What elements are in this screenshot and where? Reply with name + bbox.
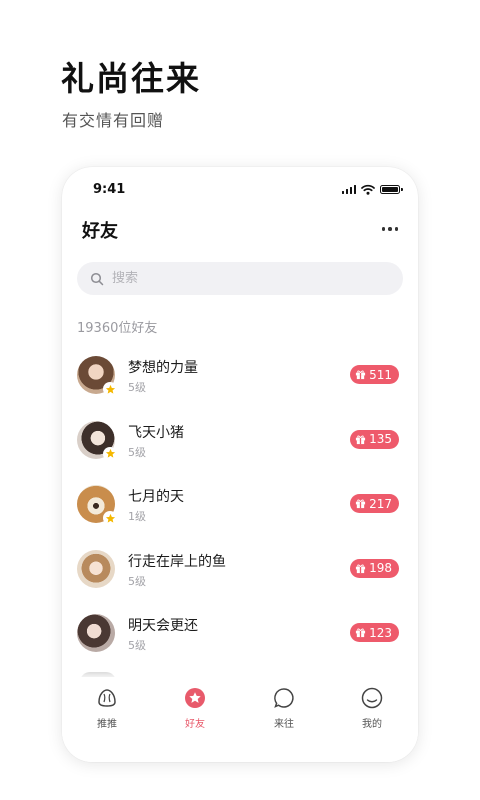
- friend-level: 5级: [128, 381, 146, 394]
- friend-row[interactable]: 梦想的力量 5级 511: [62, 350, 418, 415]
- wifi-icon: [361, 184, 375, 195]
- tab-bar: 推推 好友 来往 我的: [62, 677, 418, 762]
- gift-icon: [356, 499, 366, 509]
- gift-count-badge[interactable]: 135: [350, 429, 399, 449]
- status-bar: 9:41: [62, 167, 418, 211]
- friend-name: 梦想的力量: [128, 360, 198, 376]
- friend-count: 19360位好友: [77, 321, 158, 336]
- gift-count-badge[interactable]: 511: [350, 365, 399, 384]
- tab-label: 好友: [185, 719, 205, 730]
- tab-laiwang[interactable]: 来往: [254, 687, 314, 730]
- gift-icon: [356, 628, 366, 638]
- friend-level: 5级: [128, 574, 146, 588]
- gift-count: 217: [369, 496, 392, 511]
- star-badge-icon: [103, 446, 117, 461]
- gift-icon: [356, 370, 366, 380]
- search-bar[interactable]: [77, 262, 403, 295]
- avatar: [77, 420, 117, 461]
- friend-list: 梦想的力量 5级 511 飞天小猪 5级 135 七月的天 1级 217 行走在…: [62, 350, 418, 673]
- avatar: [77, 356, 117, 396]
- tab-mine[interactable]: 我的: [342, 687, 402, 730]
- tab-label: 我的: [362, 719, 382, 730]
- friend-level: 1级: [128, 510, 146, 523]
- search-icon: [89, 271, 105, 287]
- friend-row[interactable]: 明天会更还 5级 123: [62, 608, 418, 673]
- friend-name: 七月的天: [128, 489, 184, 505]
- chat-bubble-icon: [273, 687, 295, 709]
- star-icon: [184, 687, 206, 709]
- gift-icon: [356, 434, 366, 444]
- friend-row[interactable]: 七月的天 1级 217: [62, 479, 418, 544]
- friend-level: 5级: [128, 445, 146, 459]
- gift-count: 135: [369, 432, 392, 446]
- gift-count: 123: [369, 625, 392, 640]
- star-badge-icon: [103, 382, 117, 396]
- star-badge-icon: [103, 511, 117, 525]
- profile-circle-icon: [361, 687, 383, 709]
- gift-icon: [356, 563, 366, 573]
- friend-level: 5级: [128, 639, 146, 652]
- shell-icon: [96, 687, 118, 709]
- status-icons: [341, 183, 403, 195]
- friend-name: 明天会更还: [128, 618, 198, 634]
- page-title: 好友: [82, 221, 118, 242]
- gift-count: 198: [369, 561, 392, 575]
- friend-row[interactable]: 行走在岸上的鱼 5级 198: [62, 544, 418, 609]
- gift-count-badge[interactable]: 123: [350, 623, 399, 642]
- friend-row[interactable]: 飞天小猪 5级 135: [62, 415, 418, 480]
- avatar: [77, 549, 115, 588]
- gift-count: 511: [369, 367, 392, 382]
- signal-icon: [341, 184, 356, 194]
- battery-icon: [380, 184, 403, 194]
- avatar: [77, 485, 117, 525]
- avatar: [77, 614, 115, 652]
- hero-subtitle: 有交情有回赠: [62, 111, 165, 130]
- tab-label: 来往: [274, 719, 294, 730]
- gift-count-badge[interactable]: 198: [350, 558, 399, 578]
- hero-title: 礼尚往来: [61, 59, 201, 98]
- tab-tuitui[interactable]: 推推: [77, 687, 137, 730]
- search-input[interactable]: [110, 270, 374, 287]
- gift-count-badge[interactable]: 217: [350, 494, 399, 513]
- more-dots-icon[interactable]: [381, 227, 398, 231]
- tab-friends[interactable]: 好友: [165, 687, 225, 730]
- friend-name: 行走在岸上的鱼: [128, 553, 226, 570]
- tab-label: 推推: [97, 719, 117, 730]
- friend-name: 飞天小猪: [128, 424, 184, 441]
- phone-frame: 9:41 好友 19360位好友: [62, 167, 418, 762]
- status-time: 9:41: [93, 182, 126, 197]
